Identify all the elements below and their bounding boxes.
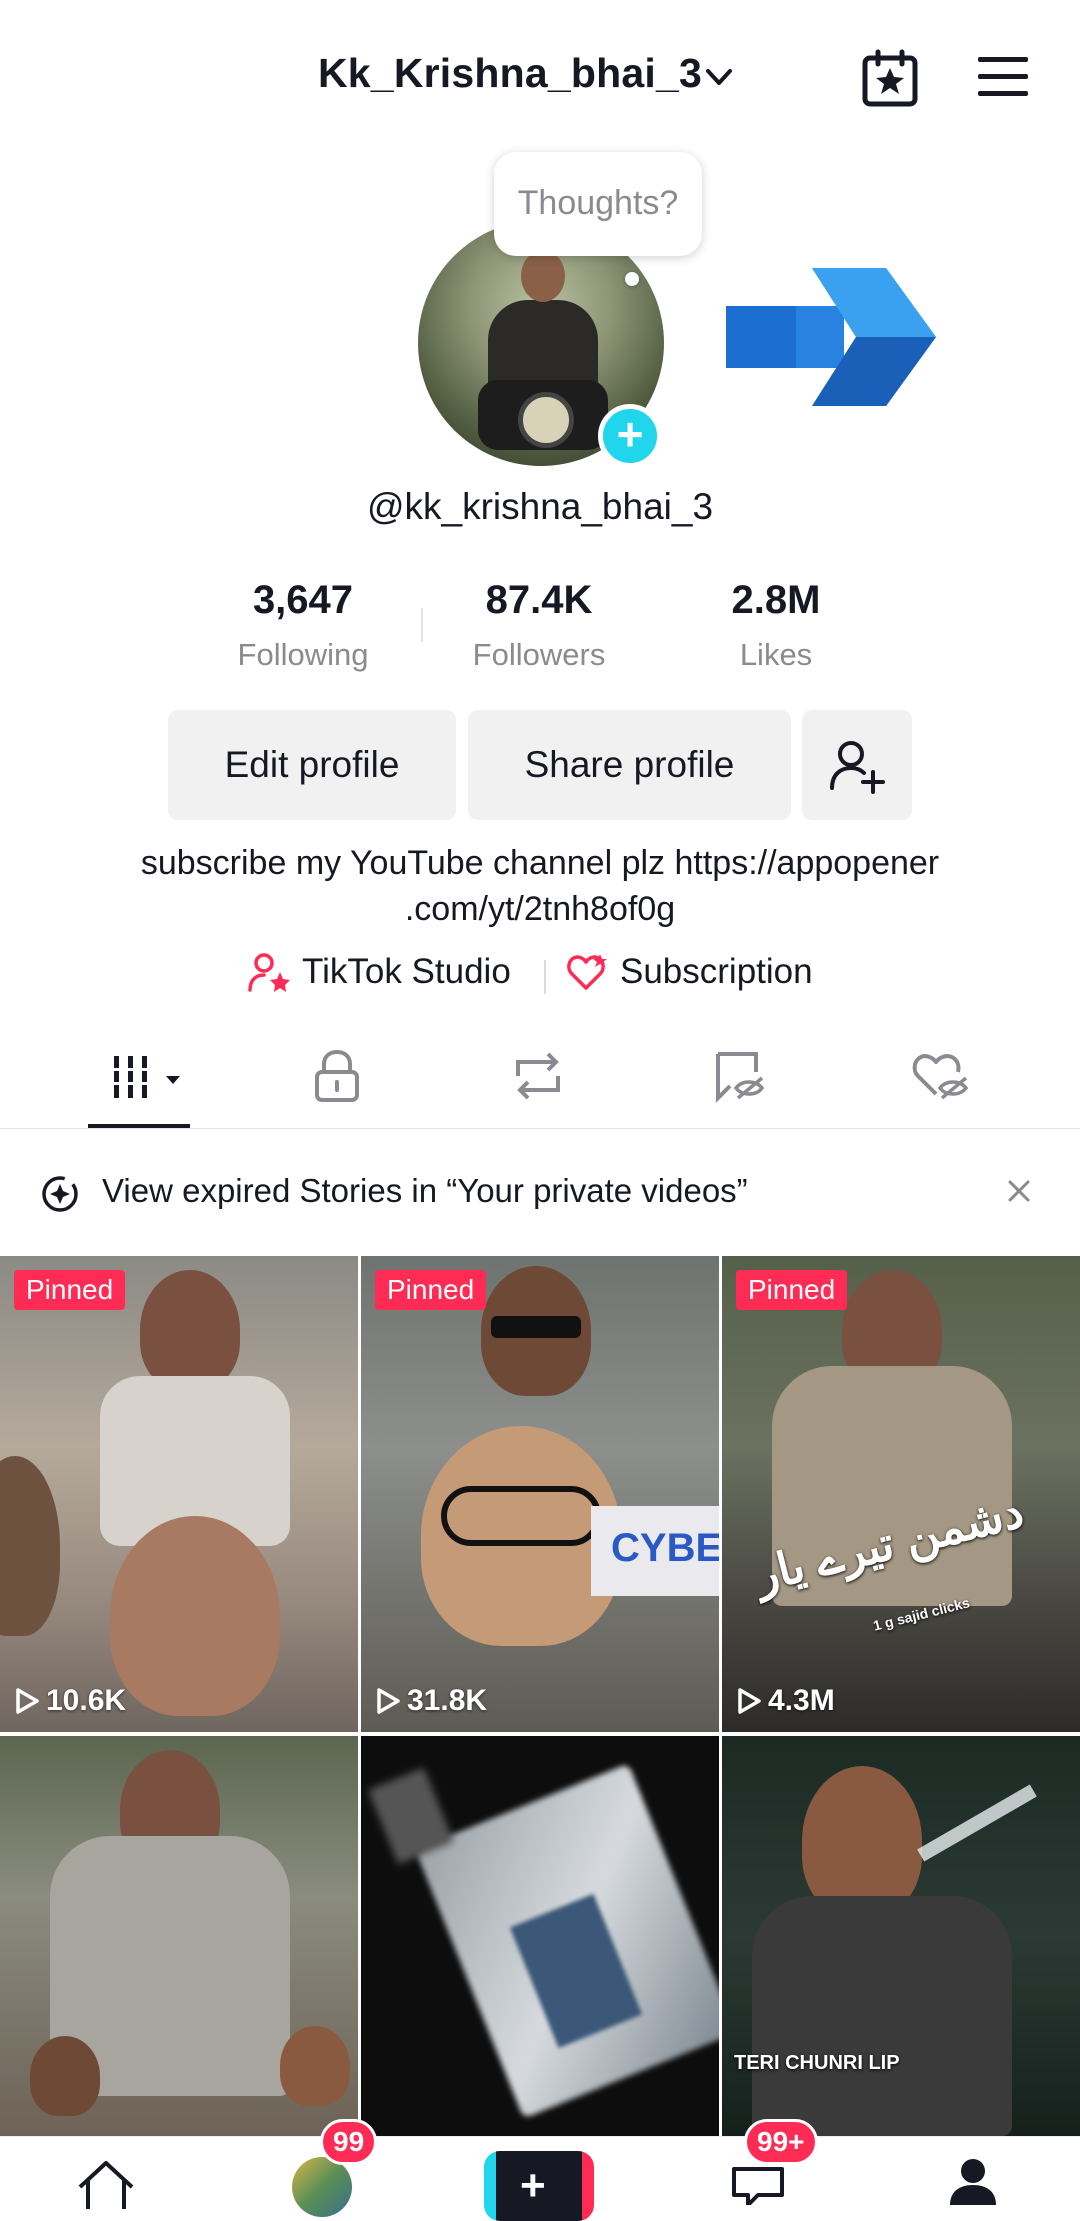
- play-icon: [16, 1688, 39, 1714]
- edit-profile-button[interactable]: Edit profile: [168, 710, 456, 820]
- video-thumbnail-3[interactable]: دشمن تیرے یار 1 g sajid clicks Pinned 4.…: [722, 1256, 1080, 1732]
- tab-liked[interactable]: [910, 1048, 1010, 1108]
- content-tabs: [0, 1040, 1080, 1129]
- expired-stories-notice[interactable]: View expired Stories in “Your private vi…: [0, 1150, 1080, 1234]
- add-story-plus-icon[interactable]: +: [598, 404, 662, 468]
- subscription-link[interactable]: Subscription: [566, 952, 813, 992]
- hamburger-menu-icon[interactable]: [976, 54, 1030, 100]
- home-icon[interactable]: [74, 2159, 138, 2209]
- top-bar: Kk_Krishna_bhai_3: [0, 0, 1080, 150]
- friends-badge: 99: [320, 2119, 378, 2165]
- video-thumbnail-6[interactable]: TERI CHUNRI LIP: [722, 1736, 1080, 2136]
- tab-favorites[interactable]: [712, 1048, 812, 1108]
- active-tab-indicator: [88, 1124, 190, 1128]
- view-count-value: 4.3M: [768, 1684, 835, 1717]
- tab-private[interactable]: [312, 1048, 412, 1108]
- stat-likes-value: 2.8M: [731, 578, 821, 622]
- create-button[interactable]: +: [484, 2151, 594, 2221]
- calendar-star-icon[interactable]: [860, 48, 920, 108]
- stat-likes-label: Likes: [739, 637, 813, 672]
- links-divider: [544, 960, 546, 994]
- stat-likes[interactable]: 2.8M Likes: [676, 578, 876, 673]
- share-profile-button[interactable]: Share profile: [468, 710, 791, 820]
- view-count: 4.3M: [736, 1684, 835, 1718]
- profile-handle: @kk_krishna_bhai_3: [366, 486, 714, 527]
- blue-arrow-logo-icon: [726, 268, 936, 406]
- pinned-badge: Pinned: [375, 1270, 487, 1310]
- subscription-label: Subscription: [620, 952, 813, 991]
- stat-followers[interactable]: 87.4K Followers: [439, 578, 639, 673]
- inbox-badge: 99+: [744, 2119, 818, 2165]
- stat-followers-label: Followers: [472, 637, 606, 672]
- stat-following[interactable]: 3,647 Following: [203, 578, 403, 673]
- profile-icon[interactable]: [946, 2157, 1000, 2205]
- video-grid: Pinned 10.6K CYBE Pinned 31.8K دشمن تیرے…: [0, 1256, 1080, 2136]
- stat-followers-value: 87.4K: [485, 578, 593, 622]
- close-icon[interactable]: [1004, 1176, 1034, 1206]
- pinned-badge: Pinned: [14, 1270, 126, 1310]
- tab-reposts[interactable]: [508, 1048, 608, 1108]
- video-thumbnail-4[interactable]: [0, 1736, 358, 2136]
- add-friend-button[interactable]: [802, 710, 912, 820]
- tab-videos[interactable]: [108, 1048, 208, 1108]
- video-thumbnail-1[interactable]: Pinned 10.6K: [0, 1256, 358, 1732]
- story-sparkle-icon: [42, 1176, 78, 1212]
- account-switcher-title[interactable]: Kk_Krishna_bhai_3: [318, 50, 702, 97]
- view-count: 10.6K: [14, 1684, 126, 1718]
- video-thumbnail-2[interactable]: CYBE Pinned 31.8K: [361, 1256, 719, 1732]
- play-icon: [377, 1688, 400, 1714]
- thoughts-bubble-text: Thoughts?: [517, 184, 679, 222]
- lock-icon: [315, 1049, 359, 1102]
- bottom-navigation: 99 + 99+: [0, 2119, 1080, 2221]
- pinned-badge: Pinned: [736, 1270, 848, 1310]
- stat-following-label: Following: [237, 637, 369, 672]
- videos-grid-icon: [108, 1056, 180, 1098]
- profile-links: TikTok Studio Subscription: [0, 952, 1080, 1002]
- bubble-tail-dot: [625, 272, 639, 286]
- add-person-icon: [830, 741, 885, 794]
- tiktok-studio-label: TikTok Studio: [302, 952, 511, 991]
- chevron-down-icon[interactable]: [702, 60, 736, 94]
- inbox-icon[interactable]: [730, 2165, 786, 2205]
- stat-divider: [421, 608, 423, 642]
- profile-bio[interactable]: subscribe my YouTube channel plz https:/…: [80, 840, 1000, 932]
- stat-following-value: 3,647: [252, 578, 354, 622]
- subscription-heart-star-icon: [567, 954, 607, 990]
- view-count-value: 10.6K: [46, 1684, 127, 1717]
- notice-text: View expired Stories in “Your private vi…: [102, 1172, 748, 1209]
- repost-icon: [516, 1052, 560, 1100]
- liked-heart-hidden-icon: [912, 1054, 969, 1100]
- play-icon: [738, 1688, 761, 1714]
- bookmark-hidden-icon: [716, 1052, 765, 1103]
- thoughts-bubble[interactable]: Thoughts?: [494, 152, 702, 256]
- thumbnail-caption: TERI CHUNRI LIP: [734, 2052, 900, 2074]
- thumbnail-caption: CYBE: [611, 1526, 719, 1570]
- view-count-value: 31.8K: [407, 1684, 488, 1717]
- tiktok-studio-link[interactable]: TikTok Studio: [248, 952, 511, 992]
- video-thumbnail-5[interactable]: [361, 1736, 719, 2136]
- friends-avatar-icon[interactable]: [292, 2157, 352, 2217]
- view-count: 31.8K: [375, 1684, 487, 1718]
- studio-person-star-icon: [248, 953, 290, 992]
